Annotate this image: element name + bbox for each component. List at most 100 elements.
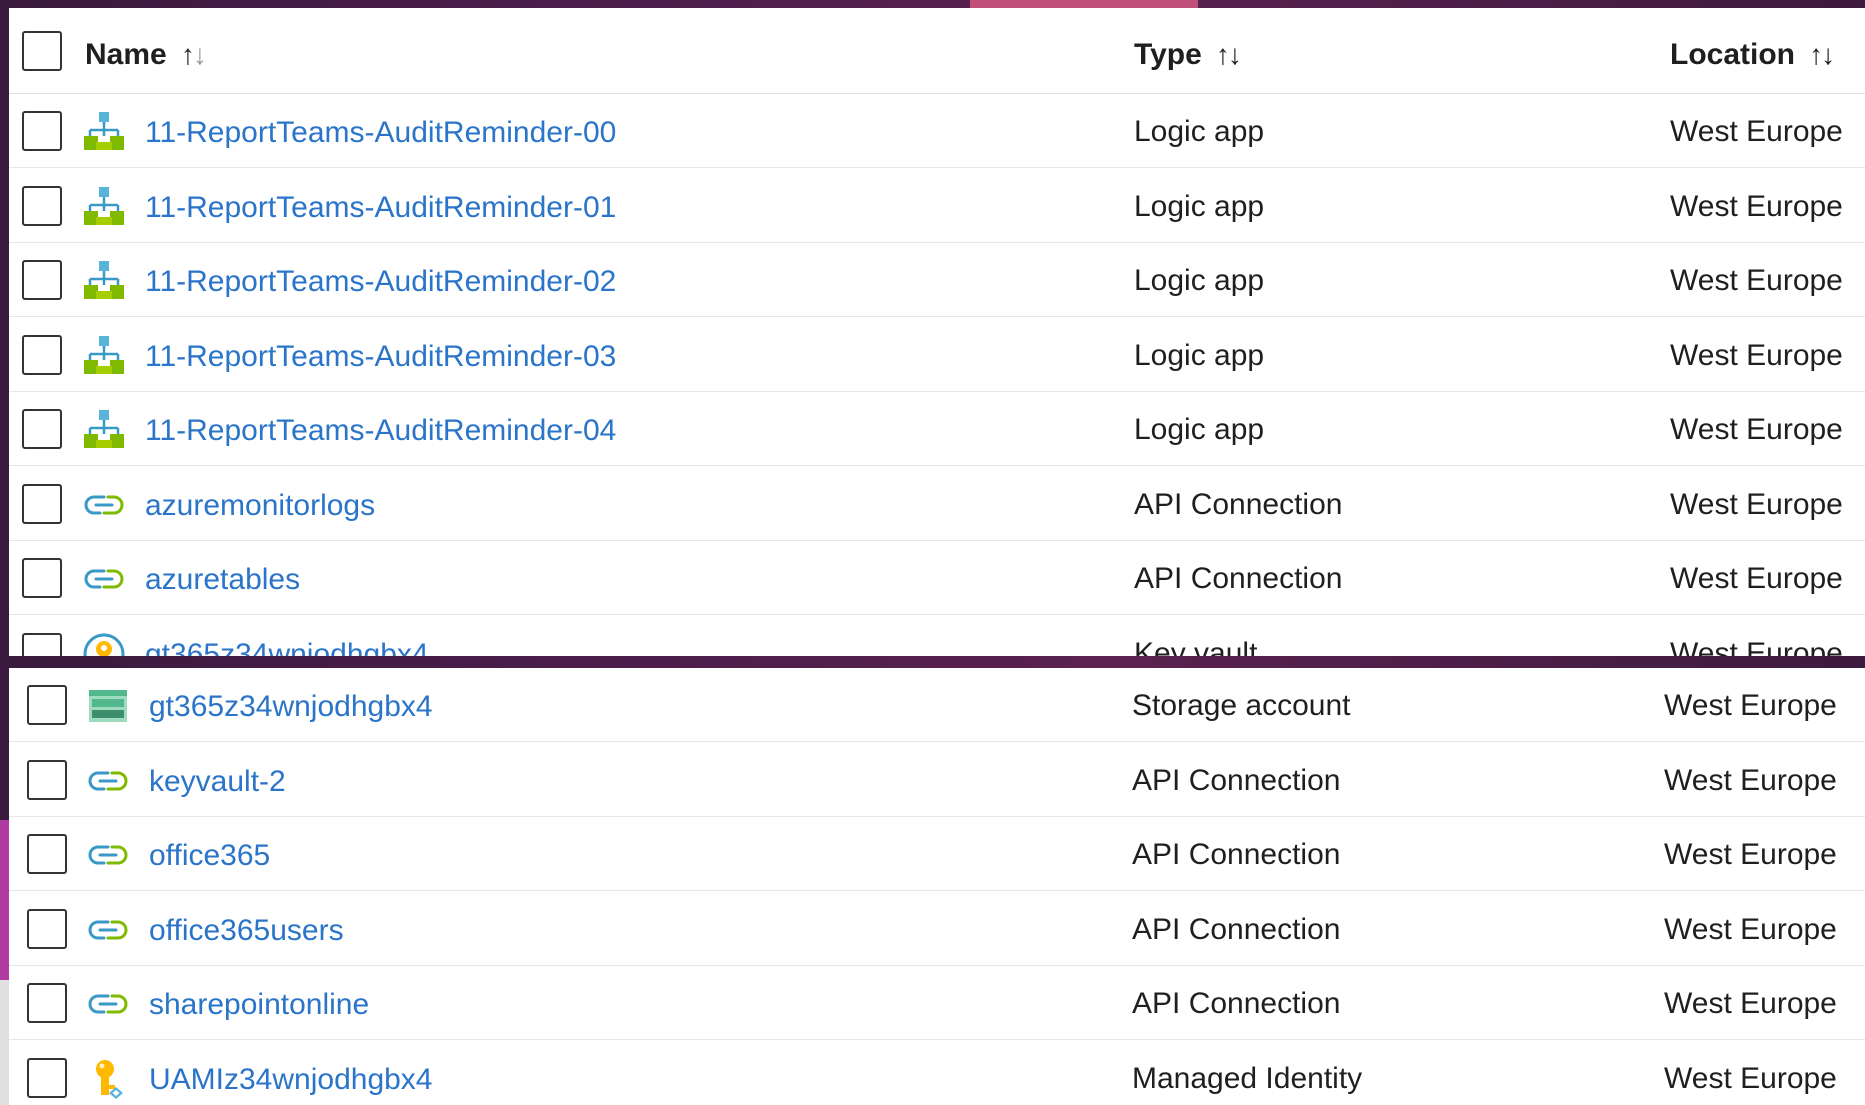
sort-down-arrow: ↓ xyxy=(192,39,207,70)
window-edge-accent xyxy=(0,820,9,980)
resource-name-link-gt365z34wnjodhgbx4[interactable]: gt365z34wnjodhgbx4 xyxy=(149,692,433,722)
resource-name-link-office365[interactable]: office365 xyxy=(149,841,270,871)
resource-name-link-keyvault-2[interactable]: keyvault-2 xyxy=(149,767,286,797)
table-row[interactable]: office365 API Connection West Europe xyxy=(9,817,1865,891)
table-row[interactable]: sharepointonline API Connection West Europ… xyxy=(9,966,1865,1040)
row-select-checkbox[interactable] xyxy=(22,335,62,375)
table-row[interactable]: 11-ReportTeams-AuditReminder-01 Logic app… xyxy=(9,169,1865,243)
api-connection-icon xyxy=(86,908,130,952)
row-select-checkbox[interactable] xyxy=(27,983,67,1023)
key-vault-icon xyxy=(82,632,126,656)
api-connection-icon xyxy=(86,833,130,877)
resource-name-link-uamiz34wnjodhgbx4[interactable]: UAMIz34wnjodhgbx4 xyxy=(149,1065,433,1095)
resource-name-link-11-reportteams-auditreminder-01[interactable]: 11-ReportTeams-AuditReminder-01 xyxy=(145,193,616,223)
resource-name-link-azuretables[interactable]: azuretables xyxy=(145,565,300,595)
resource-location: West Europe xyxy=(1670,637,1843,657)
resource-type: Logic app xyxy=(1134,190,1265,223)
column-header-type-label: Type xyxy=(1134,38,1202,71)
resource-type: Logic app xyxy=(1134,264,1265,297)
row-select-checkbox[interactable] xyxy=(27,1058,67,1098)
row-select-checkbox[interactable] xyxy=(22,260,62,300)
resource-name-link-sharepointonline[interactable]: sharepointonline xyxy=(149,990,369,1020)
resource-location: West Europe xyxy=(1670,413,1843,446)
table-row[interactable]: keyvault-2 API Connection West Europe xyxy=(9,743,1865,817)
resource-location: West Europe xyxy=(1664,838,1837,871)
row-select-checkbox[interactable] xyxy=(27,909,67,949)
resource-type: Managed Identity xyxy=(1132,1062,1363,1095)
logic-app-icon xyxy=(82,334,126,378)
resource-location: West Europe xyxy=(1670,339,1843,372)
table-row[interactable]: azuretables API Connection West Europe xyxy=(9,541,1865,615)
row-select-checkbox[interactable] xyxy=(22,409,62,449)
api-connection-icon xyxy=(86,982,130,1026)
table-row[interactable]: gt365z34wnjodhgbx4 Key vault West Europe xyxy=(9,616,1865,656)
select-all-checkbox[interactable] xyxy=(22,31,62,71)
logic-app-icon xyxy=(82,110,126,154)
table-row[interactable]: 11-ReportTeams-AuditReminder-04 Logic app… xyxy=(9,392,1865,466)
table-row[interactable]: 11-ReportTeams-AuditReminder-00 Logic app… xyxy=(9,94,1865,168)
column-header-name-label: Name xyxy=(85,38,167,71)
resource-list-panel-continued: gt365z34wnjodhgbx4 Storage account West Eu… xyxy=(9,668,1865,1105)
table-row[interactable]: 11-ReportTeams-AuditReminder-02 Logic app… xyxy=(9,243,1865,317)
table-header-row: Name ↑↓ Type ↑↓ Location ↑↓ xyxy=(9,8,1865,94)
logic-app-icon xyxy=(82,408,126,452)
sort-up-arrow: ↑ xyxy=(180,39,195,70)
column-header-type[interactable]: Type ↑↓ xyxy=(1134,38,1242,71)
resource-type: Logic app xyxy=(1134,115,1265,148)
resource-name-link-11-reportteams-auditreminder-03[interactable]: 11-ReportTeams-AuditReminder-03 xyxy=(145,342,616,372)
resource-type: API Connection xyxy=(1134,562,1343,595)
resource-name-link-gt365z34wnjodhgbx4[interactable]: gt365z34wnjodhgbx4 xyxy=(145,640,429,657)
logic-app-icon xyxy=(82,185,126,229)
resource-type: Storage account xyxy=(1132,689,1351,722)
resource-name-link-11-reportteams-auditreminder-00[interactable]: 11-ReportTeams-AuditReminder-00 xyxy=(145,118,616,148)
row-select-checkbox[interactable] xyxy=(22,186,62,226)
resource-type: Logic app xyxy=(1134,413,1265,446)
table-row[interactable]: 11-ReportTeams-AuditReminder-03 Logic app… xyxy=(9,318,1865,392)
column-header-name[interactable]: Name ↑↓ xyxy=(85,38,207,71)
table-row[interactable]: office365users API Connection West Europe xyxy=(9,892,1865,966)
row-select-checkbox[interactable] xyxy=(27,685,67,725)
resource-name-link-11-reportteams-auditreminder-02[interactable]: 11-ReportTeams-AuditReminder-02 xyxy=(145,267,616,297)
storage-account-icon xyxy=(86,684,130,728)
resource-type: API Connection xyxy=(1132,838,1341,871)
resource-location: West Europe xyxy=(1664,764,1837,797)
resource-name-link-office365users[interactable]: office365users xyxy=(149,916,344,946)
row-select-checkbox[interactable] xyxy=(22,111,62,151)
resource-type: Logic app xyxy=(1134,339,1265,372)
resource-location: West Europe xyxy=(1670,264,1843,297)
resource-location: West Europe xyxy=(1664,913,1837,946)
resource-name-link-11-reportteams-auditreminder-04[interactable]: 11-ReportTeams-AuditReminder-04 xyxy=(145,416,616,446)
window-accent-bar xyxy=(970,0,1198,8)
api-connection-icon xyxy=(86,759,130,803)
resource-location: West Europe xyxy=(1670,562,1843,595)
resource-location: West Europe xyxy=(1670,115,1843,148)
table-row[interactable]: azuremonitorlogs API Connection West Europ… xyxy=(9,467,1865,541)
resource-location: West Europe xyxy=(1664,689,1837,722)
table-row[interactable]: gt365z34wnjodhgbx4 Storage account West Eu… xyxy=(9,668,1865,742)
table-row[interactable]: UAMIz34wnjodhgbx4 Managed Identity West Eu… xyxy=(9,1041,1865,1105)
row-select-checkbox[interactable] xyxy=(27,834,67,874)
resource-location: West Europe xyxy=(1670,190,1843,223)
api-connection-icon xyxy=(82,557,126,601)
resource-list-panel: Name ↑↓ Type ↑↓ Location ↑↓ 11-ReportTea… xyxy=(9,8,1865,656)
resource-name-link-azuremonitorlogs[interactable]: azuremonitorlogs xyxy=(145,491,375,521)
sort-up-arrow: ↑ xyxy=(1215,39,1230,70)
managed-identity-icon xyxy=(86,1057,130,1101)
row-select-checkbox[interactable] xyxy=(22,484,62,524)
row-select-checkbox[interactable] xyxy=(22,633,62,656)
window-edge-accent-light xyxy=(0,980,9,1105)
sort-down-arrow: ↓ xyxy=(1227,39,1242,70)
resource-type: API Connection xyxy=(1132,987,1341,1020)
row-select-checkbox[interactable] xyxy=(22,558,62,598)
row-select-checkbox[interactable] xyxy=(27,760,67,800)
logic-app-icon xyxy=(82,259,126,303)
sort-location-icon[interactable]: ↑↓ xyxy=(1803,39,1835,70)
resource-type: API Connection xyxy=(1134,488,1343,521)
sort-type-icon[interactable]: ↑↓ xyxy=(1210,39,1242,70)
resource-type: API Connection xyxy=(1132,913,1341,946)
column-header-location[interactable]: Location ↑↓ xyxy=(1670,38,1835,71)
sort-name-icon[interactable]: ↑↓ xyxy=(175,39,207,70)
sort-down-arrow: ↓ xyxy=(1821,39,1835,70)
api-connection-icon xyxy=(82,483,126,527)
column-header-location-label: Location xyxy=(1670,38,1795,71)
